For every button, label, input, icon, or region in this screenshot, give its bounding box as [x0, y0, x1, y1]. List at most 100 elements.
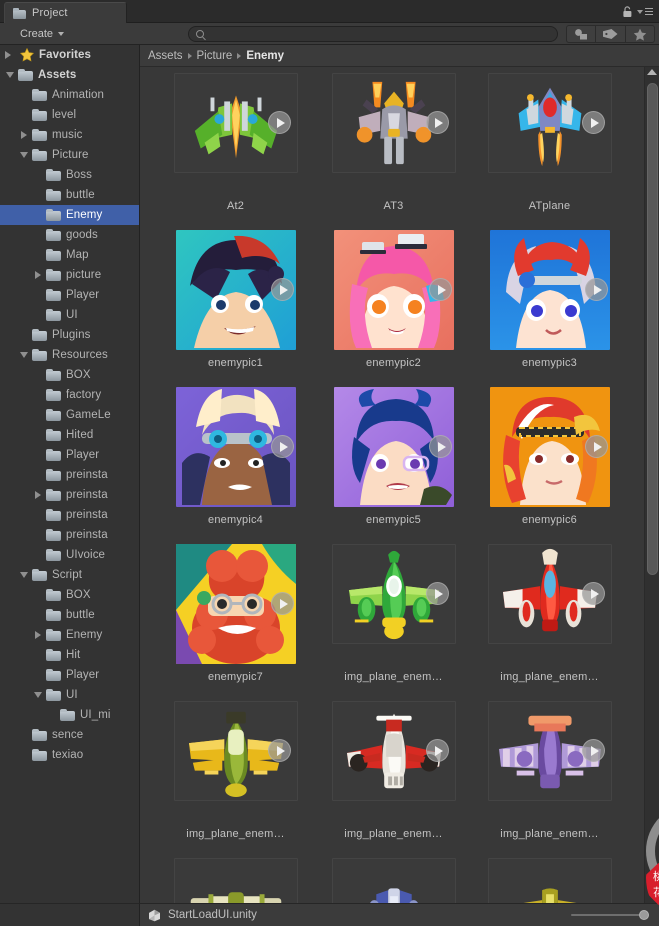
sidebar-item-player[interactable]: Player: [0, 445, 139, 465]
sidebar-item-hited[interactable]: Hited: [0, 425, 139, 445]
panel-menu-icon[interactable]: [637, 7, 653, 16]
sidebar-item-resources[interactable]: Resources: [0, 345, 139, 365]
filter-by-type-button[interactable]: [566, 25, 596, 43]
asset-item[interactable]: img_plane_enem…: [472, 695, 627, 852]
chevron-down-icon[interactable]: [18, 149, 30, 161]
asset-item[interactable]: enemypic5: [316, 381, 471, 538]
asset-grid[interactable]: At2 AT3 ATplane enemypic1 enemypic2 enem…: [140, 67, 659, 903]
sidebar-item-picture[interactable]: Picture: [0, 145, 139, 165]
filter-by-label-button[interactable]: [596, 25, 626, 43]
search-input[interactable]: [209, 27, 539, 41]
asset-item[interactable]: [158, 852, 313, 903]
breadcrumb[interactable]: Assets Picture Enemy: [140, 45, 659, 67]
sidebar-item-preinsta[interactable]: preinsta: [0, 505, 139, 525]
sidebar-item-level[interactable]: level: [0, 105, 139, 125]
thumbnail-size-slider[interactable]: [571, 910, 649, 920]
sidebar-item-enemy[interactable]: Enemy: [0, 625, 139, 645]
tab-project[interactable]: Project: [4, 2, 127, 23]
sidebar-item-ui-mi[interactable]: UI_mi: [0, 705, 139, 725]
asset-item[interactable]: img_plane_enem…: [472, 538, 627, 695]
sidebar-item-player[interactable]: Player: [0, 285, 139, 305]
asset-preview-play-button[interactable]: [429, 278, 452, 301]
project-tree-panel[interactable]: Favorites Assets Animation level music Pictu…: [0, 45, 140, 903]
asset-thumbnail[interactable]: [331, 858, 456, 903]
asset-item[interactable]: img_plane_enem…: [158, 695, 313, 852]
sidebar-item-preinsta[interactable]: preinsta: [0, 485, 139, 505]
asset-preview-play-button[interactable]: [268, 111, 291, 134]
asset-thumbnail[interactable]: [487, 858, 612, 903]
scrollbar-thumb[interactable]: [647, 83, 658, 575]
chevron-right-icon[interactable]: [32, 629, 44, 641]
asset-preview-play-button[interactable]: [271, 592, 294, 615]
sidebar-item-preinsta[interactable]: preinsta: [0, 525, 139, 545]
asset-item[interactable]: enemypic1: [158, 224, 313, 381]
asset-item[interactable]: [472, 852, 627, 903]
asset-preview-play-button[interactable]: [426, 582, 449, 605]
asset-preview-play-button[interactable]: [426, 111, 449, 134]
asset-item[interactable]: img_plane_enem…: [316, 695, 471, 852]
sidebar-item-script[interactable]: Script: [0, 565, 139, 585]
sidebar-item-buttle[interactable]: buttle: [0, 605, 139, 625]
sidebar-item-factory[interactable]: factory: [0, 385, 139, 405]
asset-preview-play-button[interactable]: [426, 739, 449, 762]
asset-item[interactable]: enemypic3: [472, 224, 627, 381]
chevron-right-icon[interactable]: [2, 49, 14, 61]
chevron-down-icon[interactable]: [4, 69, 16, 81]
asset-grid-scrollbar[interactable]: [644, 67, 659, 903]
breadcrumb-item-assets[interactable]: Assets: [148, 50, 183, 62]
asset-preview-play-button[interactable]: [582, 582, 605, 605]
asset-folder-tree[interactable]: Assets Animation level music Picture Boss butt…: [0, 65, 139, 765]
asset-thumbnail[interactable]: [173, 858, 298, 903]
sidebar-item-buttle[interactable]: buttle: [0, 185, 139, 205]
sidebar-item-ui[interactable]: UI: [0, 685, 139, 705]
sidebar-item-plugins[interactable]: Plugins: [0, 325, 139, 345]
sidebar-item-favorites[interactable]: Favorites: [0, 45, 139, 65]
asset-item[interactable]: img_plane_enem…: [316, 538, 471, 695]
scroll-up-arrow-icon[interactable]: [647, 69, 657, 75]
sidebar-item-map[interactable]: Map: [0, 245, 139, 265]
breadcrumb-item-picture[interactable]: Picture: [197, 50, 233, 62]
asset-preview-play-button[interactable]: [582, 111, 605, 134]
asset-item[interactable]: AT3: [316, 67, 471, 224]
breadcrumb-item-enemy[interactable]: Enemy: [246, 50, 284, 62]
asset-preview-play-button[interactable]: [582, 739, 605, 762]
asset-item[interactable]: enemypic6: [472, 381, 627, 538]
lock-icon[interactable]: [622, 5, 633, 17]
asset-item[interactable]: At2: [158, 67, 313, 224]
sidebar-item-picture[interactable]: picture: [0, 265, 139, 285]
create-button[interactable]: Create: [14, 26, 70, 42]
asset-item[interactable]: [316, 852, 471, 903]
asset-item[interactable]: enemypic2: [316, 224, 471, 381]
slider-knob[interactable]: [639, 910, 649, 920]
asset-preview-play-button[interactable]: [429, 435, 452, 458]
asset-item[interactable]: enemypic4: [158, 381, 313, 538]
chevron-down-icon[interactable]: [32, 689, 44, 701]
asset-preview-play-button[interactable]: [585, 278, 608, 301]
asset-preview-play-button[interactable]: [268, 739, 291, 762]
sidebar-item-boss[interactable]: Boss: [0, 165, 139, 185]
asset-preview-play-button[interactable]: [271, 278, 294, 301]
asset-preview-play-button[interactable]: [271, 435, 294, 458]
chevron-right-icon[interactable]: [32, 489, 44, 501]
chevron-right-icon[interactable]: [32, 269, 44, 281]
sidebar-item-goods[interactable]: goods: [0, 225, 139, 245]
chevron-down-icon[interactable]: [18, 349, 30, 361]
asset-item[interactable]: enemypic7: [158, 538, 313, 695]
asset-preview-play-button[interactable]: [585, 435, 608, 458]
filter-by-favorite-button[interactable]: [626, 25, 655, 43]
sidebar-item-sence[interactable]: sence: [0, 725, 139, 745]
asset-item[interactable]: ATplane: [472, 67, 627, 224]
chevron-right-icon[interactable]: [18, 129, 30, 141]
sidebar-item-assets[interactable]: Assets: [0, 65, 139, 85]
sidebar-item-gamele[interactable]: GameLe: [0, 405, 139, 425]
chevron-down-icon[interactable]: [18, 569, 30, 581]
sidebar-item-player[interactable]: Player: [0, 665, 139, 685]
sidebar-item-uivoice[interactable]: UIvoice: [0, 545, 139, 565]
sidebar-item-enemy[interactable]: Enemy: [0, 205, 139, 225]
sidebar-item-music[interactable]: music: [0, 125, 139, 145]
sidebar-item-hit[interactable]: Hit: [0, 645, 139, 665]
search-field[interactable]: [188, 26, 558, 42]
sidebar-item-box[interactable]: BOX: [0, 585, 139, 605]
sidebar-item-box[interactable]: BOX: [0, 365, 139, 385]
sidebar-item-animation[interactable]: Animation: [0, 85, 139, 105]
